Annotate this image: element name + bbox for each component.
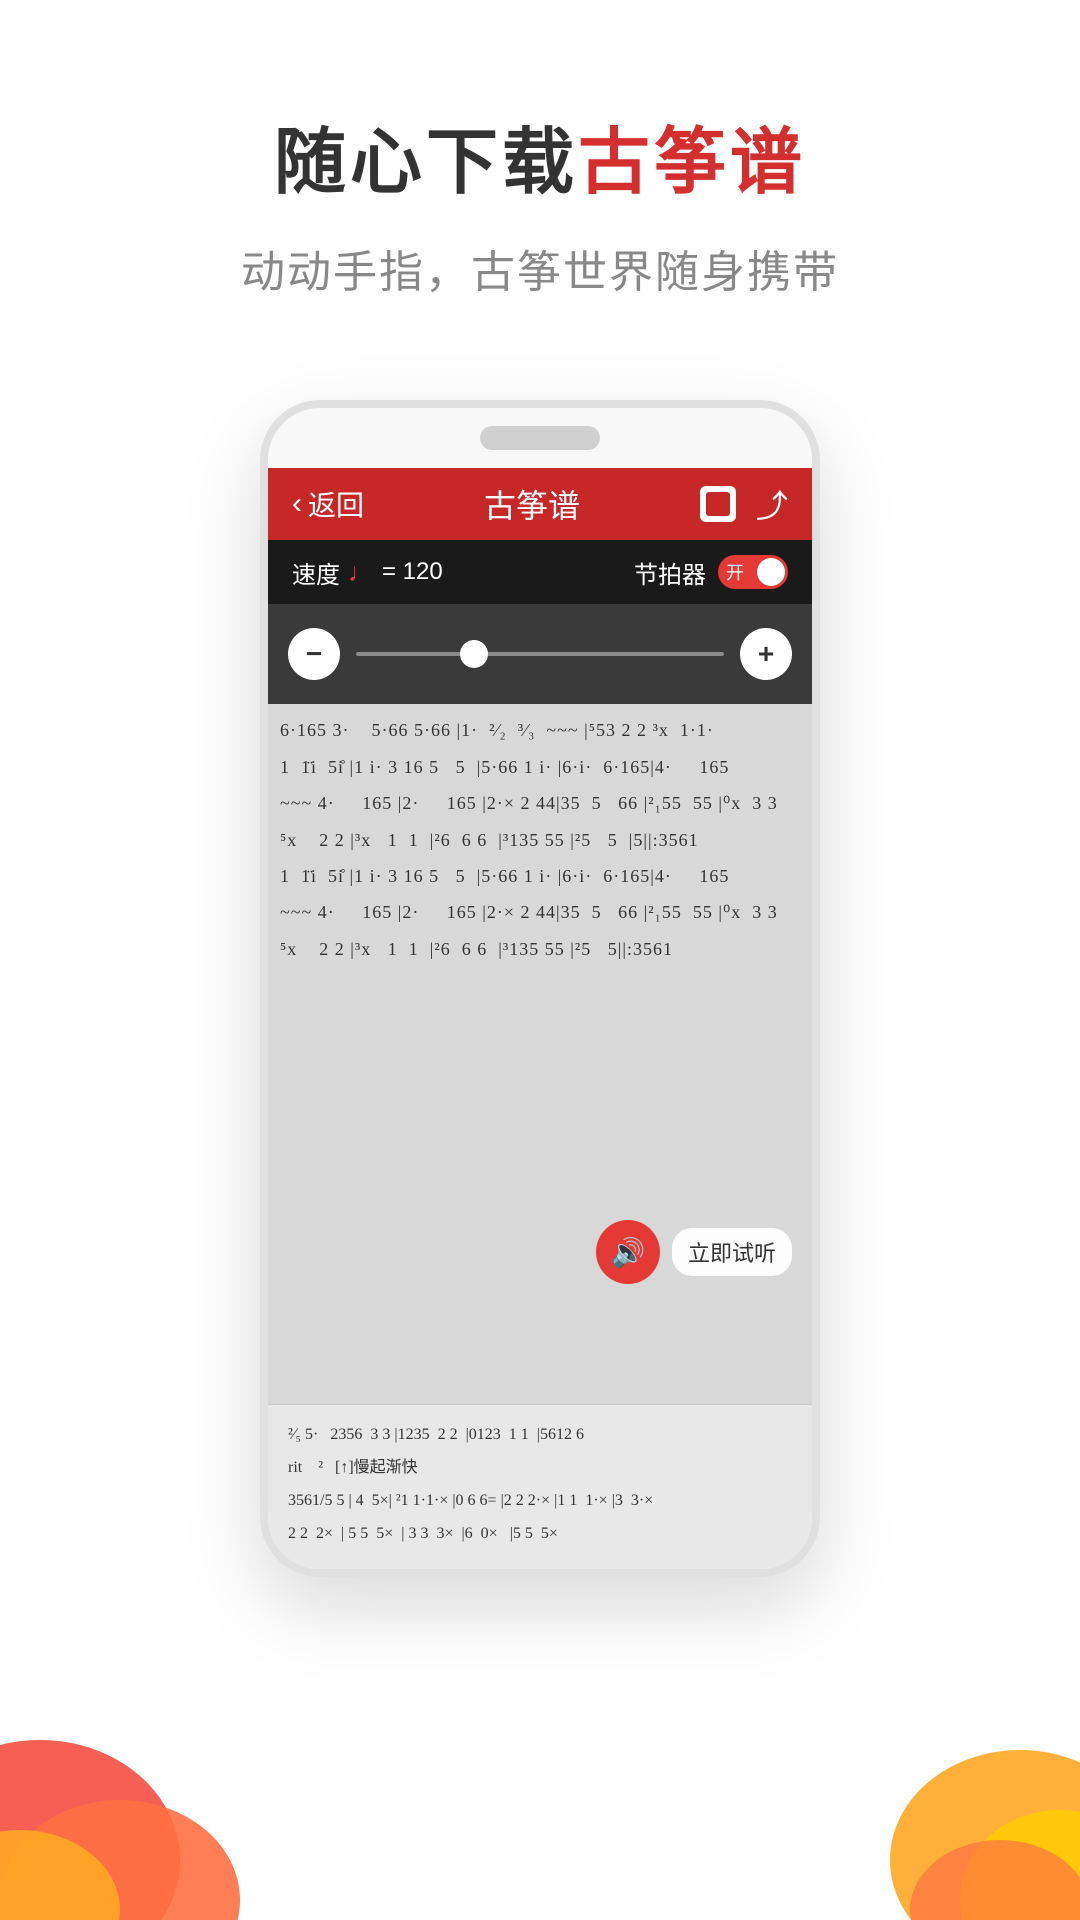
music-line-1: 6·165 3· 5·66 5·66 |1· ²⁄₂ ³⁄₃ ~~~ |⁵53 … <box>280 714 800 746</box>
app-navbar: ‹ 返回 古筝谱 ⤴ <box>268 468 812 540</box>
slider-area: − + <box>268 604 812 704</box>
nav-icons: ⤴ <box>700 481 788 527</box>
speed-decrease-button[interactable]: − <box>288 628 340 680</box>
header-section: 随心下载古筝谱 动动手指，古筝世界随身携带 <box>0 0 1080 360</box>
bottom-line-2: rit ² [↑]慢起渐快 <box>288 1454 792 1483</box>
toggle-knob <box>757 558 785 586</box>
metronome-section: 节拍器 开 <box>634 555 788 590</box>
play-button-area: 🔊 立即试听 <box>596 1220 792 1284</box>
play-label[interactable]: 立即试听 <box>672 1228 792 1276</box>
slider-thumb <box>460 640 488 668</box>
bottom-sheet: ²⁄₅ 5· 2356 3 3 |1235 2 2 |0123 1 1 |561… <box>268 1404 812 1568</box>
play-button[interactable]: 🔊 <box>596 1220 660 1284</box>
toggle-on-label: 开 <box>726 559 744 585</box>
background-decoration <box>0 1620 1080 1920</box>
nav-title: 古筝谱 <box>484 481 580 527</box>
music-line-5: 1 1̈i 5i̊ |1 i· 3 16 5 5 |5·66 1 i· |6·i… <box>280 860 800 892</box>
main-title-part1: 随心下载 <box>274 123 578 203</box>
music-line-3: ~~~ 4· 165 |2· 165 |2·× 2 44|35 5 66 |²₁… <box>280 787 800 819</box>
speed-section: 速度 ♩ = 120 <box>292 555 443 590</box>
speed-value: = 120 <box>382 558 443 586</box>
plus-icon: + <box>758 638 774 670</box>
music-line-4: ⁵x 2 2 |³x 1 1 |²6 6 6 |³135 55 |²5 5 |5… <box>280 824 800 856</box>
back-button[interactable]: ‹ 返回 <box>292 484 364 524</box>
bottom-line-3: 3561/5 5 | 4 5×| ²1 1·1·× |0 6 6= |2 2 2… <box>288 1487 792 1516</box>
music-line-7: ⁵x 2 2 |³x 1 1 |²6 6 6 |³135 55 |²5 5||:… <box>280 933 800 965</box>
phone-top-bar <box>268 408 812 468</box>
back-label: 返回 <box>308 484 364 524</box>
speed-label: 速度 <box>292 555 340 590</box>
logo-icon[interactable] <box>700 486 736 522</box>
phone-speaker <box>480 426 600 450</box>
main-title-part2: 古筝谱 <box>578 123 806 203</box>
blob-right <box>820 1660 1080 1920</box>
logo-inner <box>706 492 730 516</box>
music-line-2: 1 1̈i 5i̊ |1 i· 3 16 5 5 |5·66 1 i· |6·i… <box>280 751 800 783</box>
metronome-label: 节拍器 <box>634 555 706 590</box>
speed-slider[interactable] <box>356 652 724 656</box>
bottom-line-4: 2 2 2× | 5 5 5× | 3 3 3× |6 0× |5 5 5× <box>288 1520 792 1549</box>
back-arrow-icon: ‹ <box>292 487 302 521</box>
speed-increase-button[interactable]: + <box>740 628 792 680</box>
main-title: 随心下载古筝谱 <box>0 120 1080 206</box>
minus-icon: − <box>306 638 322 670</box>
phone-container: ‹ 返回 古筝谱 ⤴ 速度 ♩ = 120 <box>0 400 1080 1576</box>
metronome-toggle[interactable]: 开 <box>718 555 788 589</box>
blob-left <box>0 1640 280 1920</box>
phone-mockup: ‹ 返回 古筝谱 ⤴ 速度 ♩ = 120 <box>260 400 820 1576</box>
music-note-icon: ♩ <box>348 557 374 588</box>
play-icon: 🔊 <box>611 1236 646 1269</box>
music-line-6: ~~~ 4· 165 |2· 165 |2·× 2 44|35 5 66 |²₁… <box>280 896 800 928</box>
bottom-line-1: ²⁄₅ 5· 2356 3 3 |1235 2 2 |0123 1 1 |561… <box>288 1421 792 1450</box>
sub-title: 动动手指，古筝世界随身携带 <box>0 236 1080 300</box>
share-icon[interactable]: ⤴ <box>756 481 788 527</box>
music-sheet: 6·165 3· 5·66 5·66 |1· ²⁄₂ ³⁄₃ ~~~ |⁵53 … <box>268 704 812 1404</box>
metronome-bar: 速度 ♩ = 120 节拍器 开 <box>268 540 812 604</box>
app-screen: ‹ 返回 古筝谱 ⤴ 速度 ♩ = 120 <box>268 468 812 1568</box>
